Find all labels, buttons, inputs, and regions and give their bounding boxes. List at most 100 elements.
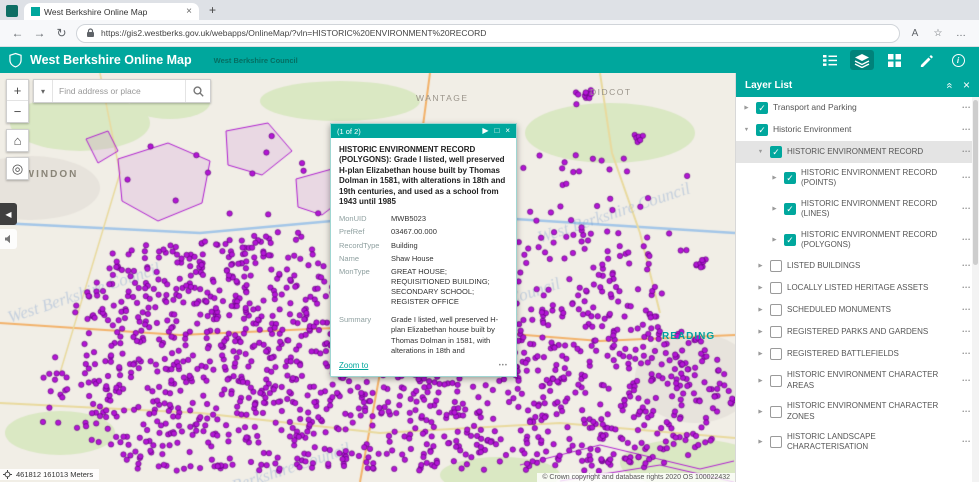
layer-list-row[interactable]: ▶ LOCALLY LISTED HERITAGE ASSETS •••: [736, 277, 979, 299]
zoom-to-link[interactable]: Zoom to: [339, 361, 368, 370]
expand-arrow-icon[interactable]: ▶: [756, 285, 765, 291]
expand-arrow-icon[interactable]: ▶: [756, 351, 765, 357]
expand-arrow-icon[interactable]: ▶: [756, 263, 765, 269]
speaker-icon: [4, 234, 10, 244]
layer-options-icon[interactable]: •••: [957, 127, 971, 133]
popup-options-icon[interactable]: •••: [499, 363, 508, 369]
panel-close-icon[interactable]: ×: [963, 79, 970, 91]
layer-options-icon[interactable]: •••: [957, 263, 971, 269]
expand-arrow-icon[interactable]: ▶: [756, 307, 765, 313]
layer-list-row[interactable]: ▶ ✓ HISTORIC ENVIRONMENT RECORD (LINES) …: [736, 194, 979, 225]
legend-icon[interactable]: [818, 50, 842, 70]
layer-options-icon[interactable]: •••: [957, 237, 971, 243]
layer-options-icon[interactable]: •••: [957, 206, 971, 212]
layer-list-row[interactable]: ▶ ✓ HISTORIC ENVIRONMENT RECORD (POINTS)…: [736, 163, 979, 194]
layer-checkbox[interactable]: ✓: [784, 203, 796, 216]
layer-options-icon[interactable]: •••: [957, 105, 971, 111]
scrollbar-thumb[interactable]: [973, 100, 978, 265]
expand-arrow-icon[interactable]: ▼: [742, 127, 751, 133]
expand-arrow-icon[interactable]: ▶: [770, 237, 779, 243]
layer-options-icon[interactable]: •••: [957, 175, 971, 181]
layer-options-icon[interactable]: •••: [957, 149, 971, 155]
layer-checkbox[interactable]: [770, 304, 782, 317]
expand-arrow-icon[interactable]: ▼: [756, 149, 765, 155]
layer-checkbox[interactable]: ✓: [784, 233, 796, 246]
read-aloud-icon[interactable]: A: [907, 28, 923, 39]
layer-options-icon[interactable]: •••: [957, 329, 971, 335]
layer-checkbox[interactable]: [770, 405, 782, 418]
expand-arrow-icon[interactable]: ▶: [770, 175, 779, 181]
layer-list-row[interactable]: ▶ ✓ Transport and Parking •••: [736, 97, 979, 119]
search-source-caret-icon[interactable]: ▾: [34, 80, 53, 102]
expand-arrow-icon[interactable]: ▶: [756, 439, 765, 445]
basemap-gallery-icon[interactable]: [882, 50, 906, 70]
layer-list-row[interactable]: ▶ ✓ HISTORIC ENVIRONMENT RECORD (POLYGON…: [736, 225, 979, 256]
layer-list-icon[interactable]: [850, 50, 874, 70]
layer-options-icon[interactable]: •••: [957, 409, 971, 415]
popup-titlebar[interactable]: (1 of 2) ▶ □ ×: [331, 124, 516, 138]
locate-button[interactable]: ◎: [7, 158, 28, 179]
layer-list-panel: Layer List » × ▶ ✓ Transport and Parking…: [735, 73, 979, 482]
popup-field-row: PrefRef 03467.00.000: [339, 227, 508, 237]
tab-title: West Berkshire Online Map: [44, 6, 148, 17]
popup-close-icon[interactable]: ×: [505, 127, 510, 135]
layer-checkbox[interactable]: ✓: [756, 124, 768, 136]
forward-button[interactable]: →: [32, 26, 47, 40]
reload-button[interactable]: ↻: [54, 26, 69, 40]
layer-list-row[interactable]: ▶ HISTORIC ENVIRONMENT CHARACTER AREAS •…: [736, 365, 979, 396]
layer-checkbox[interactable]: ✓: [756, 102, 768, 114]
browser-workspaces-icon[interactable]: [6, 5, 18, 17]
layer-list-row[interactable]: ▶ HISTORIC ENVIRONMENT CHARACTER ZONES •…: [736, 396, 979, 427]
layer-checkbox[interactable]: [770, 282, 782, 295]
layer-list-row[interactable]: ▶ LISTED BUILDINGS •••: [736, 255, 979, 277]
expand-arrow-icon[interactable]: ▶: [770, 206, 779, 212]
popup-maximize-icon[interactable]: □: [494, 127, 499, 135]
info-icon[interactable]: i: [946, 50, 970, 70]
layer-options-icon[interactable]: •••: [957, 351, 971, 357]
home-button[interactable]: ⌂: [7, 130, 28, 151]
popup-next-icon[interactable]: ▶: [482, 127, 488, 135]
layer-checkbox[interactable]: [770, 326, 782, 339]
search-input[interactable]: [53, 86, 185, 96]
layer-options-icon[interactable]: •••: [957, 307, 971, 313]
zoom-in-button[interactable]: +: [7, 80, 28, 101]
app-subtitle: West Berkshire Council: [213, 55, 298, 65]
expand-arrow-icon[interactable]: ▶: [756, 409, 765, 415]
layer-list-row[interactable]: ▶ REGISTERED BATTLEFIELDS •••: [736, 343, 979, 365]
layer-list-row[interactable]: ▶ SCHEDULED MONUMENTS •••: [736, 299, 979, 321]
layer-options-icon[interactable]: •••: [957, 439, 971, 445]
back-button[interactable]: ←: [10, 26, 25, 40]
coordinates-widget[interactable]: 461812 161013 Meters: [0, 469, 100, 480]
layer-list-row[interactable]: ▼ ✓ HISTORIC ENVIRONMENT RECORD •••: [736, 141, 979, 163]
panel-scrollbar[interactable]: [972, 97, 979, 482]
popup-field-label: Summary: [339, 315, 372, 325]
browser-tab[interactable]: West Berkshire Online Map ×: [24, 3, 199, 20]
favorites-star-icon[interactable]: ☆: [930, 28, 946, 39]
layer-list-row[interactable]: ▶ REGISTERED PARKS AND GARDENS •••: [736, 321, 979, 343]
layer-checkbox[interactable]: ✓: [784, 172, 796, 185]
layer-checkbox[interactable]: [770, 436, 782, 449]
tab-close-icon[interactable]: ×: [186, 6, 192, 17]
layer-checkbox[interactable]: [770, 260, 782, 273]
layer-checkbox[interactable]: [770, 348, 782, 361]
layer-checkbox[interactable]: ✓: [770, 146, 782, 158]
expand-arrow-icon[interactable]: ▶: [756, 329, 765, 335]
layer-list-row[interactable]: ▶ HISTORIC LANDSCAPE CHARACTERISATION ••…: [736, 427, 979, 458]
popup-field-label: MonType: [339, 266, 370, 276]
expand-arrow-icon[interactable]: ▶: [756, 378, 765, 384]
search-button[interactable]: [185, 80, 210, 102]
map-viewport[interactable]: SWINDONWANTAGEDIDCOTREADING + − ⌂ ◎ ▾: [0, 73, 735, 482]
expand-arrow-icon[interactable]: ▶: [742, 105, 751, 111]
draw-tool-icon[interactable]: [914, 50, 938, 70]
browser-menu-icon[interactable]: …: [953, 28, 969, 39]
speaker-button[interactable]: [0, 229, 17, 249]
layer-list-row[interactable]: ▼ ✓ Historic Environment •••: [736, 119, 979, 141]
zoom-out-button[interactable]: −: [7, 101, 28, 122]
new-tab-button[interactable]: +: [209, 3, 216, 17]
panel-collapse-icon[interactable]: »: [943, 82, 955, 88]
layer-options-icon[interactable]: •••: [957, 378, 971, 384]
layer-options-icon[interactable]: •••: [957, 285, 971, 291]
panel-collapse-button[interactable]: ◀: [0, 203, 17, 225]
layer-checkbox[interactable]: [770, 374, 782, 387]
address-bar[interactable]: https://gis2.westberks.gov.uk/webapps/On…: [76, 23, 900, 43]
